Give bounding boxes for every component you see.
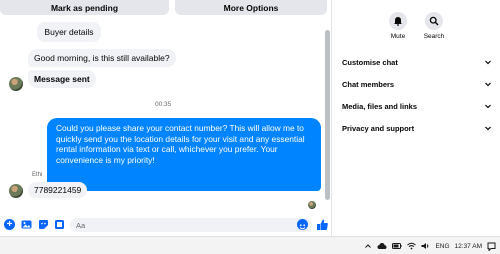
customise-chat-row[interactable]: Customise chat — [342, 55, 492, 69]
composer: + Aa — [0, 213, 331, 236]
media-files-links-row[interactable]: Media, files and links — [342, 99, 492, 113]
messenger-window: Mark as pending More Options Buyer detai… — [0, 0, 500, 254]
buyer-details-button[interactable]: Buyer details — [37, 22, 101, 42]
incoming-message: Message sent — [28, 70, 96, 88]
chat-members-row[interactable]: Chat members — [342, 77, 492, 91]
more-options-button[interactable]: More Options — [175, 0, 327, 15]
wifi-icon[interactable] — [407, 242, 417, 250]
gif-icon[interactable] — [54, 219, 65, 230]
mute-button[interactable]: Mute — [378, 12, 418, 40]
chat-pane: Mark as pending More Options Buyer detai… — [0, 0, 331, 236]
cloud-icon[interactable] — [377, 242, 387, 250]
scrollbar[interactable] — [325, 30, 330, 200]
language-indicator[interactable]: ENG — [435, 243, 449, 250]
bell-icon — [389, 12, 407, 30]
emoji-icon[interactable] — [297, 219, 308, 230]
privacy-support-row[interactable]: Privacy and support — [342, 121, 492, 135]
row-label: Customise chat — [342, 57, 398, 67]
outgoing-message: Could you please share your contact numb… — [47, 118, 321, 191]
row-label: Chat members — [342, 79, 395, 89]
clock[interactable]: 12:37 AM — [455, 243, 482, 250]
notification-icon[interactable] — [487, 242, 496, 251]
chat-info-panel: Mute Search Customise chat Chat members … — [332, 0, 500, 236]
avatar[interactable] — [9, 77, 23, 91]
taskbar: ENG 12:37 AM — [0, 236, 500, 254]
mark-as-pending-button[interactable]: Mark as pending — [0, 0, 169, 15]
sender-name: Ethi — [32, 172, 43, 178]
row-label: Privacy and support — [342, 123, 415, 133]
search-icon — [425, 12, 443, 30]
seen-indicator-avatar — [308, 201, 316, 209]
search-button[interactable]: Search — [414, 12, 454, 40]
chevron-up-icon[interactable] — [364, 242, 372, 250]
search-label: Search — [423, 33, 445, 40]
message-input[interactable]: Aa — [70, 218, 312, 232]
plus-icon[interactable]: + — [4, 219, 15, 230]
battery-icon[interactable] — [392, 242, 402, 250]
system-tray: ENG 12:37 AM — [364, 237, 496, 254]
avatar[interactable] — [9, 184, 23, 198]
chevron-down-icon — [485, 126, 491, 131]
photo-icon[interactable] — [21, 219, 32, 230]
chevron-down-icon — [485, 60, 491, 65]
mute-label: Mute — [390, 33, 406, 40]
chevron-down-icon — [485, 82, 491, 87]
incoming-message: 7789221459 — [28, 182, 88, 198]
message-timestamp: 00:35 — [155, 101, 172, 108]
thumbs-up-icon[interactable] — [316, 218, 329, 231]
volume-icon[interactable] — [421, 242, 430, 250]
sticker-icon[interactable] — [38, 219, 49, 230]
row-label: Media, files and links — [342, 101, 418, 111]
incoming-message: Good morning, is this still available? — [28, 49, 176, 67]
chevron-down-icon — [485, 104, 491, 109]
